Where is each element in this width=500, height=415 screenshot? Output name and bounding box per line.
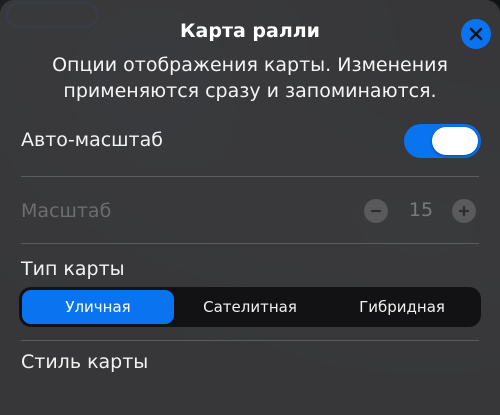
map-style-label[interactable]: Стиль карты (21, 351, 148, 373)
scale-value: 15 (408, 199, 434, 221)
scale-increment-button[interactable] (452, 199, 476, 223)
close-icon (469, 27, 483, 41)
sheet-title: Карта ралли (180, 20, 320, 42)
map-type-option-satellite[interactable]: Сателитная (174, 290, 326, 324)
toggle-knob (432, 127, 478, 155)
divider (21, 243, 479, 244)
sheet-subtitle: Опции отображения карты. Изменения приме… (52, 54, 448, 102)
auto-scale-toggle[interactable] (404, 124, 481, 158)
divider (21, 340, 479, 341)
scale-decrement-button[interactable] (364, 199, 388, 223)
divider (21, 176, 479, 177)
plus-icon (458, 205, 470, 217)
scale-label: Масштаб (21, 200, 112, 222)
auto-scale-label: Авто-масштаб (21, 129, 163, 151)
map-options-sheet: Карта ралли Опции отображения карты. Изм… (0, 0, 500, 415)
minus-icon (370, 209, 382, 213)
map-type-segmented-control: Уличная Сателитная Гибридная (19, 287, 481, 327)
close-button[interactable] (461, 19, 491, 49)
map-type-option-hybrid[interactable]: Гибридная (326, 290, 478, 324)
map-type-label: Тип карты (21, 258, 125, 280)
map-type-option-street[interactable]: Уличная (22, 290, 174, 324)
